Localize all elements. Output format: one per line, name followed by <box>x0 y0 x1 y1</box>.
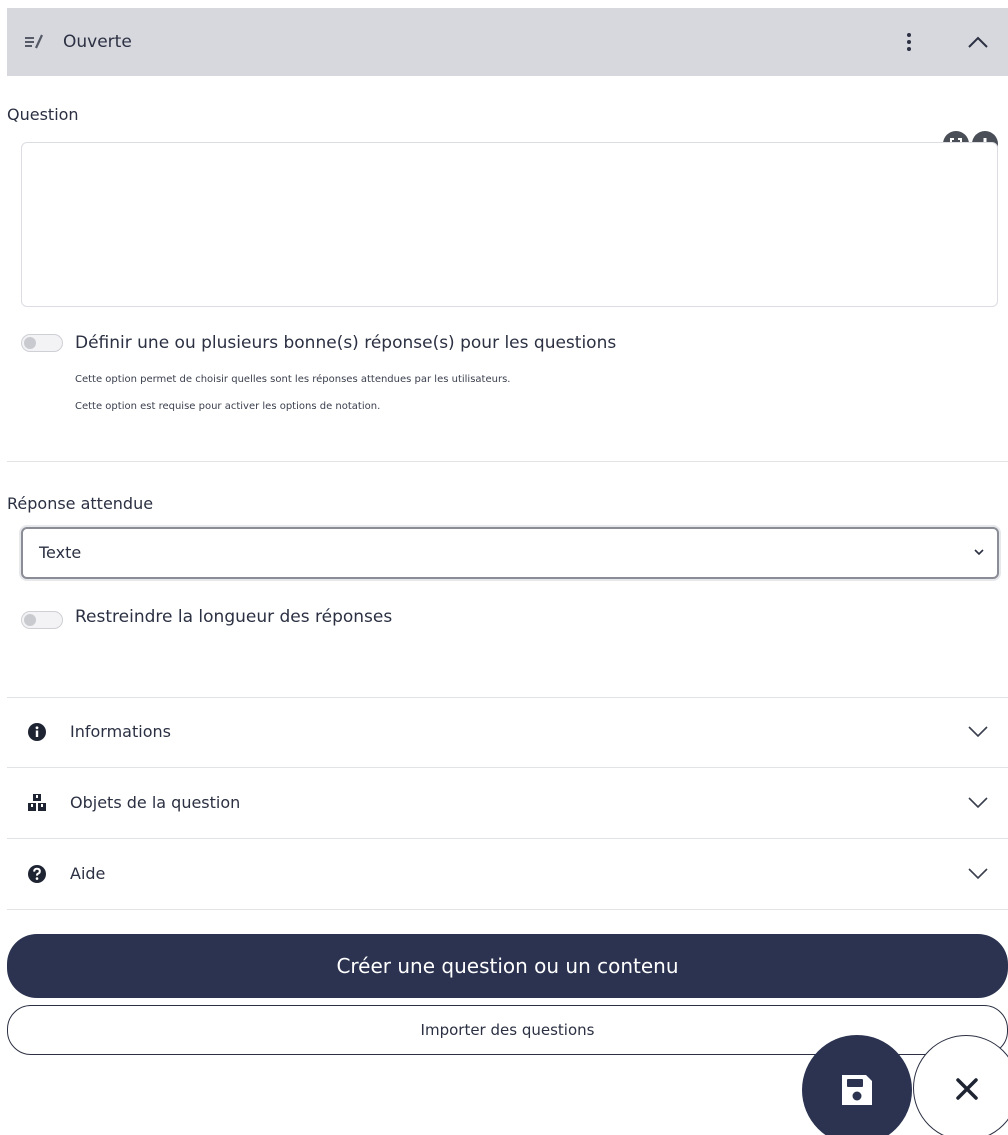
chevron-down-icon <box>968 726 988 738</box>
question-header: Ouverte <box>7 8 1008 76</box>
chevron-down-icon <box>974 549 984 556</box>
expected-answer-value: Texte <box>39 543 82 562</box>
chevron-down-icon <box>968 868 988 880</box>
section-informations[interactable]: Informations <box>7 697 1008 767</box>
question-text-area[interactable] <box>21 142 998 307</box>
restrict-length-toggle[interactable] <box>21 611 63 629</box>
chevron-up-icon[interactable] <box>965 30 991 54</box>
create-question-button[interactable]: Créer une question ou un contenu <box>7 934 1008 998</box>
divider <box>7 461 1008 462</box>
expected-answer-label: Réponse attendue <box>7 494 154 513</box>
correct-answers-hint-2: Cette option est requise pour activer le… <box>75 401 381 412</box>
expected-answer-select[interactable]: Texte <box>21 527 999 579</box>
close-icon <box>956 1078 978 1100</box>
restrict-length-label: Restreindre la longueur des réponses <box>75 607 393 627</box>
question-label: Question <box>7 105 79 124</box>
info-icon <box>28 723 46 741</box>
kebab-menu-icon[interactable] <box>902 30 916 54</box>
question-type-title: Ouverte <box>63 32 132 52</box>
cubes-icon <box>28 794 46 811</box>
section-label: Informations <box>70 722 171 741</box>
chevron-down-icon <box>968 797 988 809</box>
save-icon <box>842 1075 872 1105</box>
section-label: Aide <box>70 864 106 883</box>
close-button[interactable] <box>913 1035 1008 1135</box>
section-label: Objets de la question <box>70 793 241 812</box>
correct-answers-toggle[interactable] <box>21 334 63 352</box>
divider <box>7 909 1008 910</box>
save-button[interactable] <box>802 1035 912 1135</box>
section-objets[interactable]: Objets de la question <box>7 768 1008 838</box>
help-icon <box>28 865 46 883</box>
correct-answers-hint-1: Cette option permet de choisir quelles s… <box>75 374 511 385</box>
open-question-icon <box>25 34 43 49</box>
correct-answers-label: Définir une ou plusieurs bonne(s) répons… <box>75 333 617 353</box>
section-aide[interactable]: Aide <box>7 839 1008 909</box>
